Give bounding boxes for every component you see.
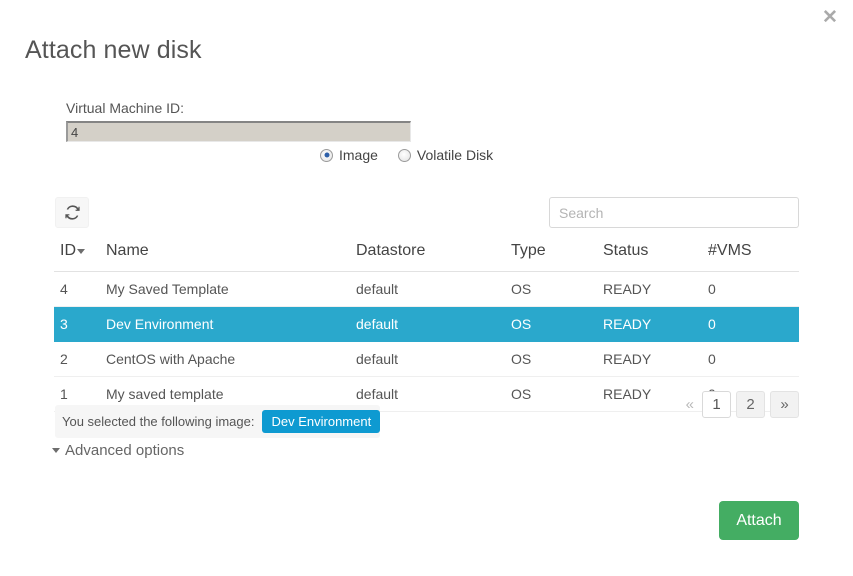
- sort-descending-icon: [77, 249, 85, 254]
- cell-type: OS: [511, 306, 603, 342]
- cell-type: OS: [511, 376, 603, 412]
- cell-vms: 0: [708, 341, 799, 377]
- vm-id-field-group: Virtual Machine ID:: [66, 100, 411, 142]
- column-header-name[interactable]: Name: [106, 242, 356, 272]
- cell-id: 4: [54, 271, 106, 307]
- radio-label-volatile-disk: Volatile Disk: [416, 147, 494, 163]
- table-row[interactable]: 3 Dev Environment default OS READY 0: [54, 306, 799, 342]
- cell-type: OS: [511, 341, 603, 377]
- cell-datastore: default: [356, 341, 511, 377]
- page-title: Attach new disk: [25, 36, 202, 64]
- radio-option-volatile-disk[interactable]: Volatile Disk: [397, 147, 494, 163]
- chevron-down-icon: [52, 448, 60, 453]
- attach-button[interactable]: Attach: [719, 501, 799, 540]
- pagination-page-1[interactable]: 1: [702, 391, 731, 418]
- pagination-next-button[interactable]: »: [770, 391, 799, 418]
- cell-id: 3: [54, 306, 106, 342]
- disk-type-radio-group: Image Volatile Disk: [320, 147, 493, 163]
- vm-id-label: Virtual Machine ID:: [66, 100, 185, 116]
- radio-indicator-icon[interactable]: [320, 148, 333, 162]
- column-header-type[interactable]: Type: [511, 242, 603, 272]
- cell-vms: 0: [708, 306, 799, 342]
- column-header-status[interactable]: Status: [603, 242, 708, 272]
- column-header-id[interactable]: ID: [54, 242, 106, 272]
- table-row[interactable]: 4 My Saved Template default OS READY 0: [54, 271, 799, 307]
- close-button[interactable]: ✕: [817, 4, 843, 30]
- selection-label: You selected the following image:: [62, 414, 255, 429]
- status-badge[interactable]: Dev Environment: [262, 410, 381, 433]
- radio-label-image: Image: [339, 147, 378, 163]
- advanced-options-toggle[interactable]: Advanced options: [52, 442, 184, 459]
- cell-datastore: default: [356, 271, 511, 307]
- column-header-datastore[interactable]: Datastore: [356, 242, 511, 272]
- cell-datastore: default: [356, 306, 511, 342]
- table-row[interactable]: 2 CentOS with Apache default OS READY 0: [54, 341, 799, 377]
- radio-indicator-icon[interactable]: [397, 148, 411, 162]
- pagination-prev-button[interactable]: «: [683, 396, 697, 413]
- cell-type: OS: [511, 271, 603, 307]
- pagination: « 1 2 »: [683, 391, 799, 418]
- cell-vms: 0: [708, 271, 799, 307]
- advanced-options-label: Advanced options: [65, 442, 185, 459]
- refresh-icon: [64, 205, 80, 220]
- cell-status: READY: [603, 306, 708, 342]
- refresh-button[interactable]: [55, 197, 89, 228]
- selection-summary: You selected the following image: Dev En…: [55, 405, 381, 438]
- table-header-row: ID Name Datastore Type Status #VMS: [54, 242, 799, 272]
- cell-name: Dev Environment: [106, 306, 356, 342]
- search-input[interactable]: [549, 197, 799, 228]
- pagination-page-2[interactable]: 2: [736, 391, 765, 418]
- table-header: ID Name Datastore Type Status #VMS: [54, 242, 799, 272]
- cell-id: 2: [54, 341, 106, 377]
- cell-name: My Saved Template: [106, 271, 356, 307]
- cell-status: READY: [603, 271, 708, 307]
- vm-id-input[interactable]: [66, 121, 411, 142]
- cell-name: CentOS with Apache: [106, 341, 356, 377]
- cell-status: READY: [603, 341, 708, 377]
- column-label-id: ID: [60, 242, 76, 259]
- column-header-vms[interactable]: #VMS: [708, 242, 799, 272]
- images-table: ID Name Datastore Type Status #VMS 4 My …: [54, 242, 799, 412]
- radio-option-image[interactable]: Image: [320, 147, 378, 163]
